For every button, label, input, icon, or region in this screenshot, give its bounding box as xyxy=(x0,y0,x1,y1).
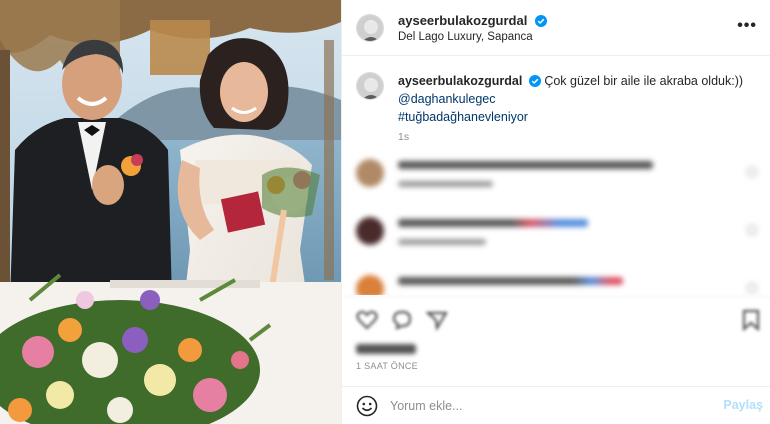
post-location[interactable]: Del Lago Luxury, Sapanca xyxy=(398,31,533,43)
comment-input[interactable] xyxy=(390,396,700,416)
verified-badge-icon xyxy=(534,15,547,27)
comment-meta-blurred xyxy=(398,181,493,187)
caption-username[interactable]: ayseerbulakozgurdal xyxy=(398,74,522,88)
emoji-icon[interactable] xyxy=(356,395,378,417)
caption-hashtag-link[interactable]: #tuğbadağhanevleniyor xyxy=(398,108,753,126)
comment-text-blurred xyxy=(398,277,623,285)
verified-badge-icon xyxy=(528,75,541,87)
comment-icon[interactable] xyxy=(391,309,413,331)
comment-text-blurred xyxy=(398,161,653,169)
comment-meta-blurred xyxy=(398,239,486,245)
blurred-comment xyxy=(342,155,770,199)
wedding-photo xyxy=(0,0,341,424)
action-bar xyxy=(342,296,770,342)
author-name-row: ayseerbulakozgurdal xyxy=(398,12,547,30)
more-options-icon[interactable]: ••• xyxy=(737,16,757,36)
avatar-image xyxy=(357,73,383,99)
author-avatar[interactable] xyxy=(356,14,384,42)
comment-heart-icon xyxy=(747,167,757,177)
comment-avatar xyxy=(356,159,384,187)
caption-avatar[interactable] xyxy=(356,72,384,100)
comment-heart-icon xyxy=(747,283,757,293)
comments-area: ayseerbulakozgurdal Çok güzel bir aile i… xyxy=(342,57,770,295)
bookmark-icon[interactable] xyxy=(740,309,762,331)
likes-count-blurred[interactable] xyxy=(356,344,416,354)
post-details: ayseerbulakozgurdal Del Lago Luxury, Sap… xyxy=(341,0,770,424)
avatar-image xyxy=(357,15,383,41)
comment-avatar xyxy=(356,275,384,295)
post-header: ayseerbulakozgurdal Del Lago Luxury, Sap… xyxy=(342,0,770,56)
blurred-comment xyxy=(342,213,770,257)
caption-text: Çok güzel bir aile ile akraba olduk:)) xyxy=(544,74,744,88)
caption-mention-link[interactable]: @daghankulegec xyxy=(398,90,753,108)
author-username[interactable]: ayseerbulakozgurdal xyxy=(398,13,527,28)
comment-avatar xyxy=(356,217,384,245)
post-timestamp: 1 SAAT ÖNCE xyxy=(356,361,418,371)
blurred-comment xyxy=(342,271,770,295)
post-comment-button[interactable]: Paylaş xyxy=(723,398,763,412)
share-icon[interactable] xyxy=(426,309,448,331)
caption-body: ayseerbulakozgurdal Çok güzel bir aile i… xyxy=(398,72,753,146)
add-comment-bar: Paylaş xyxy=(342,386,770,424)
caption-time: 1s xyxy=(398,131,410,143)
heart-icon[interactable] xyxy=(356,309,378,331)
comment-heart-icon xyxy=(747,225,757,235)
comment-text-blurred xyxy=(398,219,588,227)
post-photo[interactable] xyxy=(0,0,341,424)
